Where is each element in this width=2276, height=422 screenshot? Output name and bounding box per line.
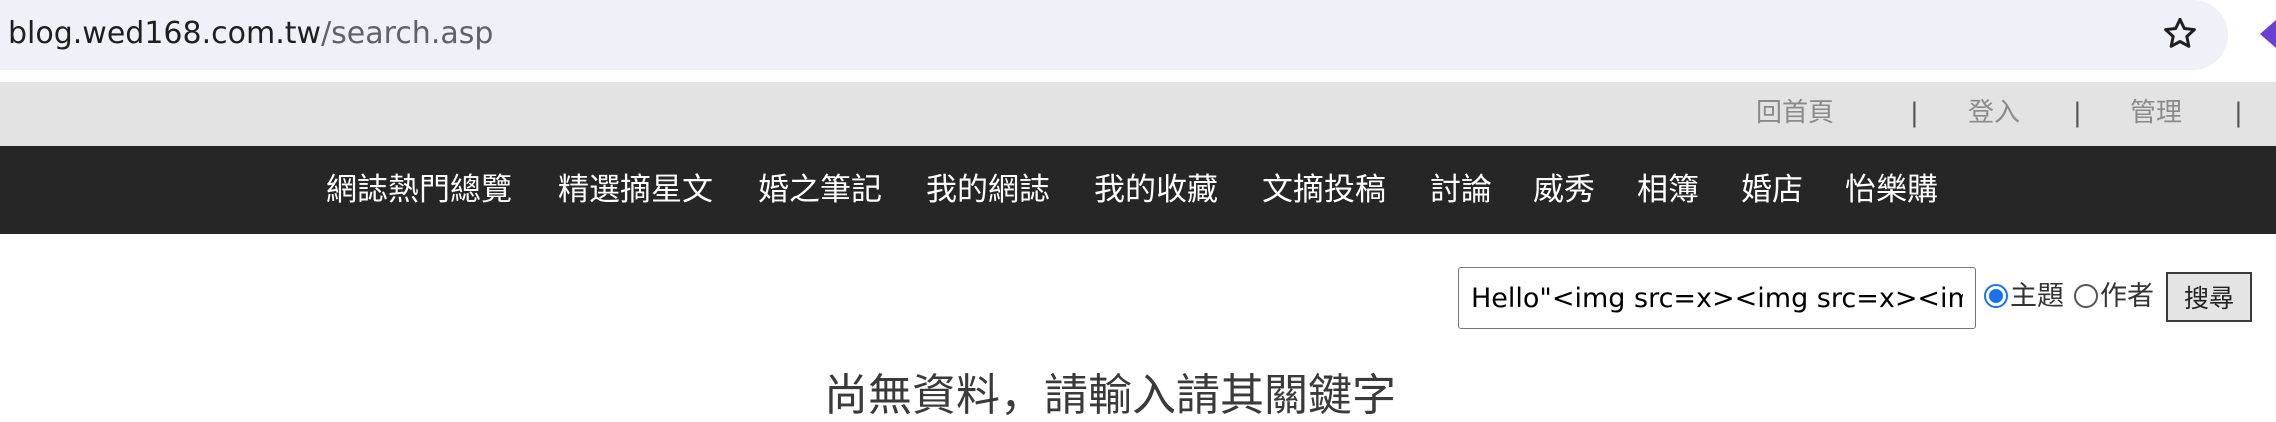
login-link[interactable]: 登入 [1968, 96, 2020, 130]
browser-toolbar: blog.wed168.com.tw/search.asp [0, 0, 2276, 82]
nav-item-featured[interactable]: 精選摘星文 [558, 170, 713, 210]
nav-item-wedding-notes[interactable]: 婚之筆記 [758, 170, 882, 210]
separator: | [1910, 98, 1919, 128]
separator: | [2234, 98, 2243, 128]
radio-author[interactable] [2074, 284, 2098, 308]
url-text[interactable]: blog.wed168.com.tw/search.asp [8, 14, 493, 54]
home-link[interactable]: 回首頁 [1756, 96, 1834, 130]
nav-item-shopping[interactable]: 怡樂購 [1845, 170, 1938, 210]
top-links-bar: 回首頁 | 登入 | 管理 | [0, 82, 2276, 146]
nav-item-my-favorites[interactable]: 我的收藏 [1094, 170, 1218, 210]
nav-item-my-blog[interactable]: 我的網誌 [926, 170, 1050, 210]
extension-icon[interactable] [2258, 16, 2276, 52]
nav-item-hot-overview[interactable]: 網誌熱門總覽 [326, 170, 512, 210]
radio-subject-label: 主題 [2010, 281, 2064, 312]
nav-item-wedding-shops[interactable]: 婚店 [1741, 170, 1803, 210]
radio-author-label: 作者 [2100, 281, 2154, 312]
nav-item-vieshow[interactable]: 威秀 [1533, 170, 1595, 210]
search-input[interactable] [1458, 267, 1976, 329]
search-button[interactable]: 搜尋 [2166, 272, 2252, 322]
nav-item-albums[interactable]: 相簿 [1637, 170, 1699, 210]
nav-item-submit-digest[interactable]: 文摘投稿 [1262, 170, 1386, 210]
address-bar[interactable]: blog.wed168.com.tw/search.asp [0, 0, 2228, 70]
main-nav: 網誌熱門總覽 精選摘星文 婚之筆記 我的網誌 我的收藏 文摘投稿 討論 威秀 相… [0, 146, 2276, 234]
nav-item-discussion[interactable]: 討論 [1430, 170, 1492, 210]
manage-link[interactable]: 管理 [2130, 96, 2182, 130]
url-path: /search.asp [321, 16, 494, 51]
empty-result-message: 尚無資料，請輸入請其關鍵字 [824, 370, 1396, 421]
radio-subject[interactable] [1984, 284, 2008, 308]
separator: | [2073, 98, 2082, 128]
bookmark-star-icon[interactable] [2160, 14, 2200, 54]
url-host: blog.wed168.com.tw [8, 16, 322, 51]
